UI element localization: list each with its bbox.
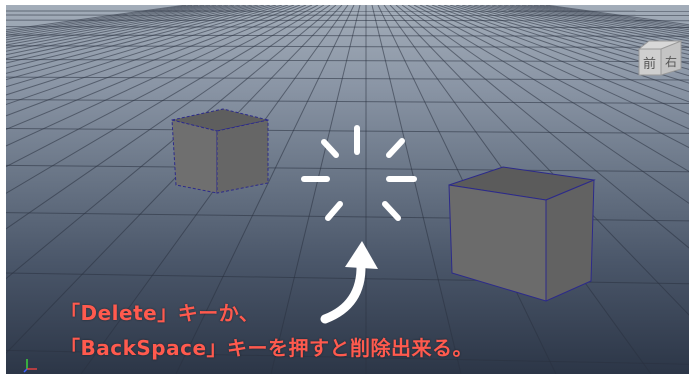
view-cube-front-label: 前 [643, 56, 656, 72]
view-cube-right-label: 右 [665, 54, 677, 69]
caption-line-2: 「BackSpace」キーを押すと削除出来る。 [60, 336, 474, 360]
view-cube-icon[interactable]: 前 右 [637, 39, 683, 77]
sparkle-burst-icon [301, 125, 417, 221]
cube-small-selected[interactable] [171, 108, 269, 194]
caption-line-1: 「Delete」キーか、 [60, 301, 260, 325]
screenshot-frame: 前 右 「Delete」キーか、 「BackSpace」キーを押すと削除出来る。 [0, 0, 695, 379]
axis-gizmo-icon [23, 359, 37, 373]
cube-large[interactable] [448, 166, 596, 302]
curved-arrow-icon [320, 241, 378, 324]
